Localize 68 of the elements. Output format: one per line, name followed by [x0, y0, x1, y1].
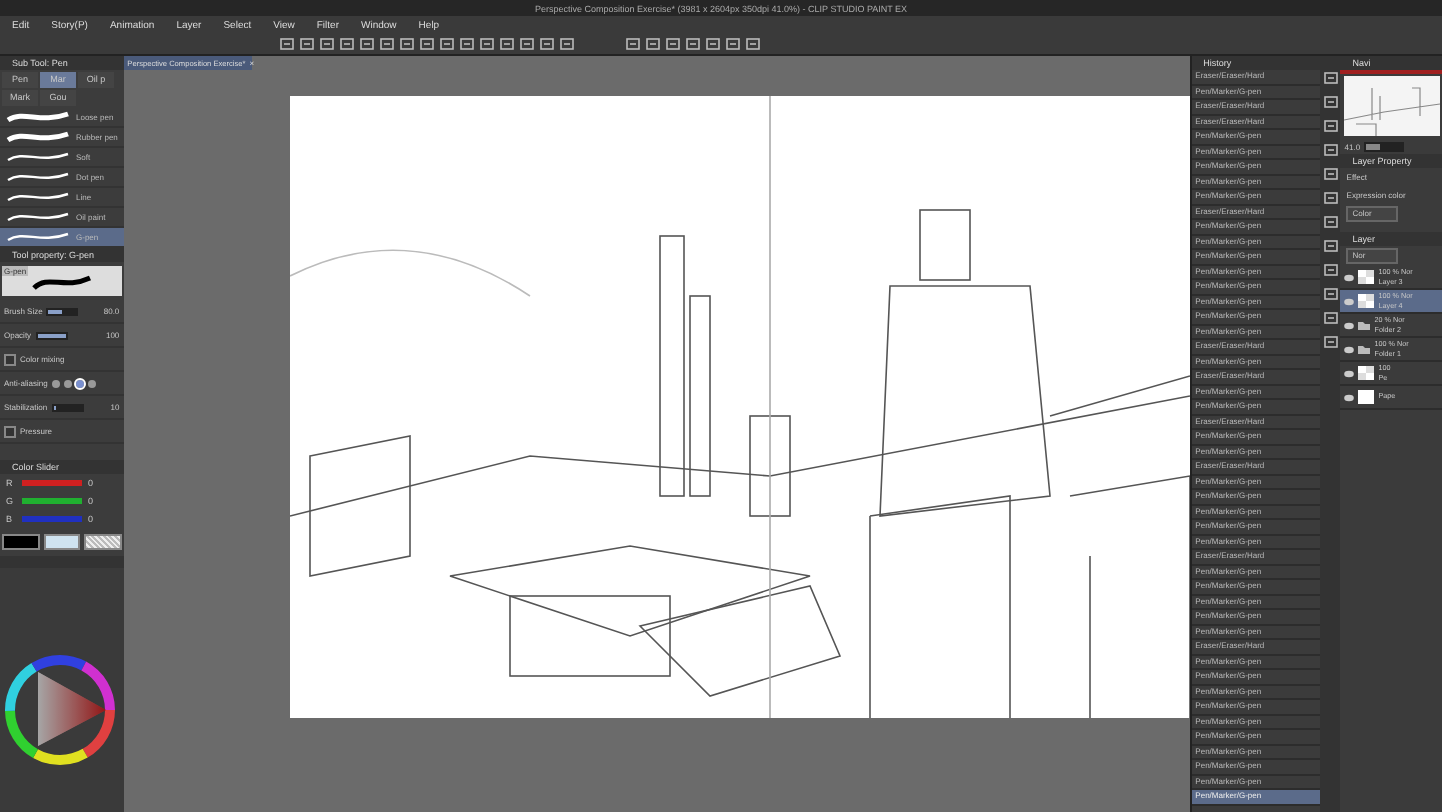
anti-aliasing-option[interactable]	[87, 379, 96, 387]
panel-icon[interactable]	[1323, 312, 1338, 324]
toolbar-icon[interactable]	[626, 38, 640, 50]
toolbar-icon[interactable]	[300, 38, 314, 50]
toolbar-icon[interactable]	[746, 38, 760, 50]
panel-icon[interactable]	[1323, 72, 1338, 84]
main-color-swatch[interactable]	[2, 534, 40, 550]
stroke-preview-icon	[4, 190, 72, 204]
anti-aliasing-option[interactable]	[63, 379, 72, 387]
panel-icon[interactable]	[1323, 336, 1338, 348]
toolbar-icon[interactable]	[706, 38, 720, 50]
panel-icon[interactable]	[1323, 192, 1338, 204]
toolbar-icon[interactable]	[480, 38, 494, 50]
anti-aliasing-option[interactable]	[75, 379, 84, 387]
panel-icon[interactable]	[1323, 288, 1338, 300]
toolbar-icon[interactable]	[280, 38, 294, 50]
stroke-preview-icon	[4, 230, 72, 244]
panel-icon[interactable]	[1323, 96, 1338, 108]
eye-icon	[1344, 369, 1355, 377]
panel-icon[interactable]	[1323, 120, 1338, 132]
toolbar-icon[interactable]	[686, 38, 700, 50]
stroke-preview-icon	[4, 110, 72, 124]
anti-aliasing-option[interactable]	[51, 379, 60, 387]
stroke-preview-icon	[4, 150, 72, 164]
color-bar[interactable]	[22, 498, 82, 504]
toolbar-icon[interactable]	[500, 38, 514, 50]
toolbar-icon[interactable]	[320, 38, 334, 50]
panel-icon[interactable]	[1323, 240, 1338, 252]
toolbar-icon[interactable]	[666, 38, 680, 50]
checkbox[interactable]	[4, 353, 16, 365]
toolbar-icon[interactable]	[646, 38, 660, 50]
paper-thumb-icon	[1358, 390, 1375, 404]
toolbar-icon[interactable]	[440, 38, 454, 50]
checkbox[interactable]	[4, 425, 16, 437]
eye-icon	[1344, 297, 1355, 305]
slider-track[interactable]	[46, 307, 79, 315]
color-bar[interactable]	[22, 516, 82, 522]
sub-color-swatch[interactable]	[43, 534, 81, 550]
eye-icon	[1344, 393, 1355, 401]
panel-icon[interactable]	[1323, 264, 1338, 276]
panel-icon[interactable]	[1323, 216, 1338, 228]
stroke-preview-icon	[4, 210, 72, 224]
layer-thumb-icon	[1358, 294, 1375, 308]
stroke-preview-icon	[32, 271, 93, 291]
eye-icon	[1344, 345, 1355, 353]
stroke-preview-icon	[4, 170, 72, 184]
transparent-swatch[interactable]	[84, 534, 122, 550]
layer-thumb-icon	[1358, 366, 1375, 380]
toolbar-icon[interactable]	[540, 38, 554, 50]
folder-icon	[1358, 320, 1371, 330]
color-bar[interactable]	[22, 480, 82, 486]
toolbar-icon[interactable]	[380, 38, 394, 50]
eye-icon	[1344, 321, 1355, 329]
toolbar-icon[interactable]	[420, 38, 434, 50]
toolbar-icon[interactable]	[520, 38, 534, 50]
folder-icon	[1358, 344, 1371, 354]
panel-icon[interactable]	[1323, 144, 1338, 156]
stroke-preview-icon	[4, 130, 72, 144]
toolbar-icon[interactable]	[340, 38, 354, 50]
zoom-slider[interactable]	[1364, 141, 1405, 151]
toolbar-icon[interactable]	[400, 38, 414, 50]
toolbar-icon[interactable]	[560, 38, 574, 50]
toolbar-icon[interactable]	[460, 38, 474, 50]
layer-thumb-icon	[1358, 270, 1375, 284]
eye-icon	[1344, 273, 1355, 281]
toolbar-icon[interactable]	[360, 38, 374, 50]
panel-icon[interactable]	[1323, 168, 1338, 180]
toolbar-icon[interactable]	[726, 38, 740, 50]
